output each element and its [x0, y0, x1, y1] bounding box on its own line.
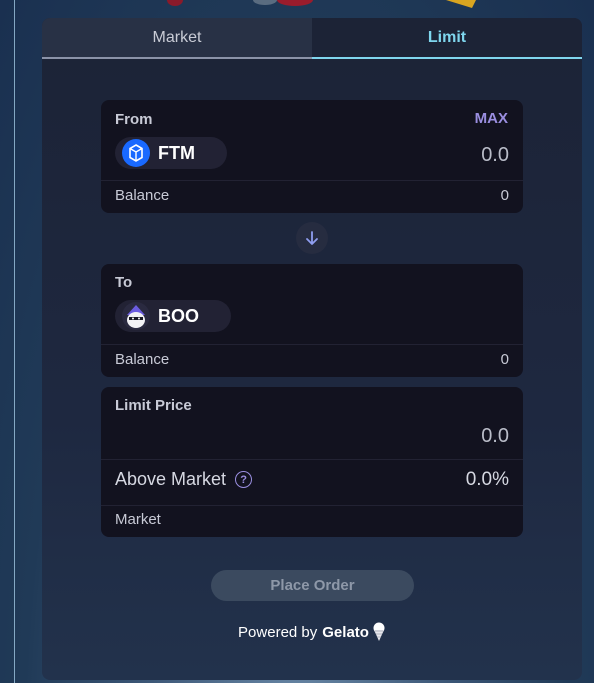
place-order-button[interactable]: Place Order [211, 570, 414, 601]
market-label: Market [115, 511, 161, 528]
page-edge-line [14, 0, 15, 683]
swap-panel: Market Limit From MAX FTM 0.0 Balance 0 … [42, 18, 582, 680]
from-token-selector[interactable]: FTM [115, 137, 227, 169]
limit-price-card: Limit Price 0.0 Above Market ? 0.0% Mark… [101, 387, 523, 537]
limit-divider-2 [101, 505, 523, 506]
from-card: From MAX FTM 0.0 Balance 0 [101, 100, 523, 213]
above-market-row: Above Market ? [115, 469, 253, 490]
from-label: From [115, 111, 153, 128]
fantom-token-icon [122, 139, 150, 167]
tab-market[interactable]: Market [42, 18, 312, 59]
arrow-down-icon [306, 231, 318, 245]
from-amount-input[interactable]: 0.0 [481, 144, 509, 167]
to-label: To [115, 274, 133, 291]
from-balance-label: Balance [115, 187, 170, 204]
to-token-selector[interactable]: BOO [115, 300, 232, 332]
from-divider [101, 180, 523, 181]
powered-by-prefix: Powered by [238, 623, 318, 641]
to-token-symbol: BOO [158, 305, 200, 326]
from-balance-value: 0 [500, 187, 509, 204]
above-market-value: 0.0% [465, 469, 509, 490]
tab-limit[interactable]: Limit [312, 18, 582, 59]
help-icon[interactable]: ? [235, 471, 253, 488]
to-balance-value: 0 [500, 351, 509, 368]
limit-price-label: Limit Price [115, 397, 192, 414]
powered-by: Powered by Gelato [42, 622, 582, 642]
to-card: To BOO Balance 0 [101, 264, 523, 377]
to-balance-label: Balance [115, 351, 170, 368]
boo-token-icon [122, 302, 150, 330]
to-divider [101, 344, 523, 345]
header-decoration [167, 0, 313, 6]
above-market-label: Above Market [115, 469, 227, 489]
gelato-icecream-icon [373, 622, 385, 641]
limit-price-input[interactable]: 0.0 [481, 425, 509, 448]
gelato-brand[interactable]: Gelato [322, 624, 369, 641]
limit-divider-1 [101, 459, 523, 460]
max-button[interactable]: MAX [475, 110, 508, 127]
switch-direction-button[interactable] [296, 222, 328, 254]
header-decoration-yellow [446, 0, 476, 8]
order-type-tabs: Market Limit [42, 18, 582, 59]
from-token-symbol: FTM [158, 142, 195, 163]
